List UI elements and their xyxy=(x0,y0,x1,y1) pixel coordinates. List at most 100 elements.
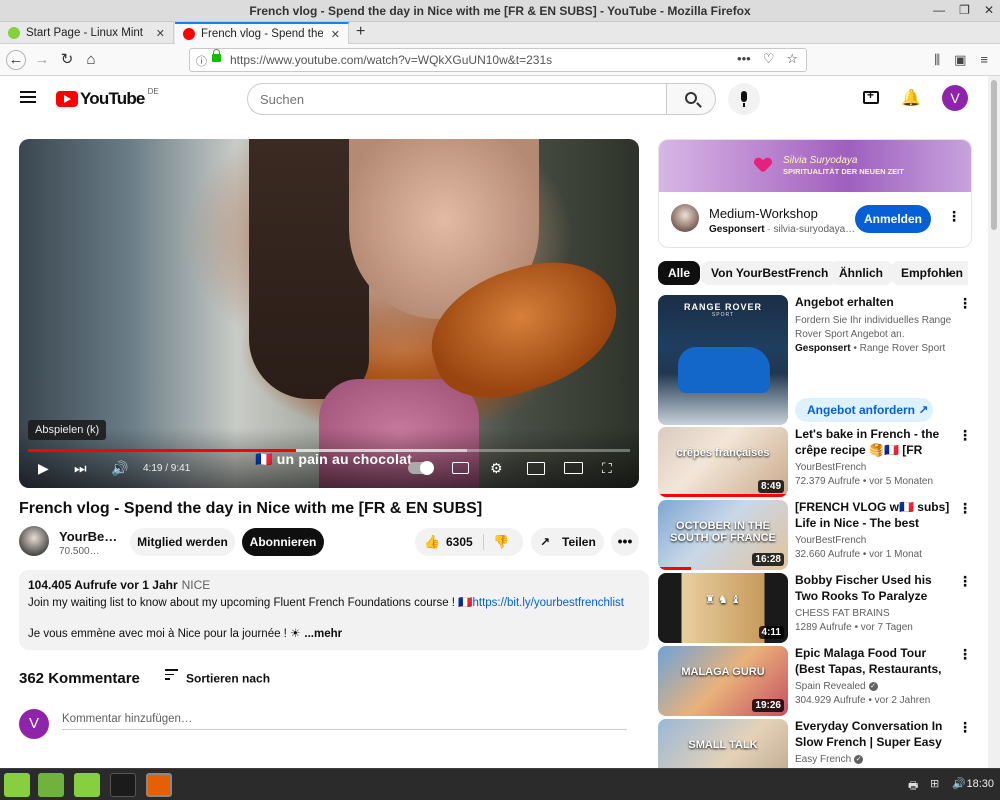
video-title[interactable]: Let's bake in French - the crêpe recipe … xyxy=(795,427,955,458)
show-desktop-icon[interactable] xyxy=(38,773,64,797)
autoplay-toggle[interactable] xyxy=(408,461,434,475)
tab-youtube-video[interactable]: French vlog - Spend the day ✕ xyxy=(175,22,349,44)
reload-button[interactable]: ↻ xyxy=(56,49,78,71)
chip-from-channel[interactable]: Von YourBestFrench xyxy=(701,261,839,285)
back-button[interactable]: ← xyxy=(6,50,26,70)
video-more-icon[interactable]: ⋮ xyxy=(958,500,972,517)
advertiser-avatar[interactable] xyxy=(671,204,699,232)
sidebar-ad[interactable]: RANGE ROVER SPORT Angebot erhalten Forde… xyxy=(658,295,978,425)
app-menu-icon[interactable]: ≡ xyxy=(980,52,988,68)
request-offer-button[interactable]: Angebot anfordern ↗ xyxy=(795,398,933,422)
waitlist-link[interactable]: https://bit.ly/yourbestfrenchlist xyxy=(473,597,624,609)
like-count[interactable]: 6305 xyxy=(446,535,473,549)
sidebar-icon[interactable]: ▣ xyxy=(954,52,966,68)
chip-related[interactable]: Ähnlich xyxy=(829,261,893,285)
search-input[interactable] xyxy=(247,83,667,115)
sort-comments-button[interactable]: Sortieren nach xyxy=(165,669,270,686)
video-title[interactable]: Bobby Fischer Used his Two Rooks To Para… xyxy=(795,573,955,604)
channel-name[interactable]: YourBe… xyxy=(59,529,117,544)
terminal-icon[interactable] xyxy=(110,773,136,797)
play-button[interactable]: ▶ xyxy=(38,460,49,477)
recommendation-item[interactable]: ♜ ♞ ♝ 4:11 Bobby Fischer Used his Two Rook… xyxy=(658,573,978,643)
subtitles-icon[interactable] xyxy=(452,462,469,474)
volume-icon[interactable]: 🔊 xyxy=(111,460,128,477)
channel-name[interactable]: YourBestFrench xyxy=(795,462,866,473)
tab-close-icon[interactable]: ✕ xyxy=(156,27,165,40)
share-button[interactable]: ↗ Teilen xyxy=(531,528,604,556)
network-icon[interactable]: ⊞ xyxy=(930,777,939,790)
close-icon[interactable]: ✕ xyxy=(984,3,994,17)
chip-recommended[interactable]: Empfohlen xyxy=(891,261,968,285)
firefox-icon[interactable] xyxy=(146,773,172,797)
page-scrollbar[interactable] xyxy=(988,76,1000,768)
ad-thumbnail[interactable]: RANGE ROVER SPORT xyxy=(658,295,788,425)
video-title[interactable]: Everyday Conversation In Slow French | S… xyxy=(795,719,955,750)
forward-button[interactable]: → xyxy=(31,49,53,71)
search-button[interactable] xyxy=(666,83,716,115)
hamburger-menu-icon[interactable] xyxy=(20,91,36,103)
address-bar[interactable]: ⓘ https://www.youtube.com/watch?v=WQkXGu… xyxy=(189,48,807,72)
scrollbar-thumb[interactable] xyxy=(991,80,997,230)
channel-name[interactable]: CHESS FAT BRAINS xyxy=(795,608,890,619)
video-more-icon[interactable]: ⋮ xyxy=(958,573,972,590)
bookmark-star-icon[interactable]: ☆ xyxy=(786,51,798,67)
video-thumbnail[interactable]: MALAGA GURU 19:26 xyxy=(658,646,788,716)
thumbs-down-icon[interactable]: 👎 xyxy=(493,534,509,550)
next-button[interactable]: ⏭ xyxy=(74,460,87,477)
tab-start-page[interactable]: Start Page - Linux Mint ✕ xyxy=(0,22,174,44)
ad-headline[interactable]: Angebot erhalten xyxy=(795,295,955,311)
recommendation-item[interactable]: crêpes françaises 8:49 Let's bake in Frenc… xyxy=(658,427,978,497)
thumbs-up-icon[interactable]: 👍 xyxy=(424,534,440,550)
more-actions-button[interactable]: ••• xyxy=(611,528,639,556)
miniplayer-icon[interactable] xyxy=(527,462,545,475)
video-more-icon[interactable]: ⋮ xyxy=(958,646,972,663)
channel-name[interactable]: YourBestFrench xyxy=(795,535,866,546)
mint-menu-icon[interactable] xyxy=(4,773,30,797)
video-player[interactable] xyxy=(19,139,639,488)
subscribe-button[interactable]: Abonnieren xyxy=(242,528,324,556)
sponsored-ad-card[interactable]: Silvia Suryodaya SPIRITUALITÄT DER NEUEN… xyxy=(658,139,972,248)
video-thumbnail[interactable]: OCTOBER IN THE SOUTH OF FRANCE 16:28 xyxy=(658,500,788,570)
new-tab-button[interactable]: + xyxy=(356,23,365,41)
voice-search-button[interactable] xyxy=(728,83,760,115)
join-member-button[interactable]: Mitglied werden xyxy=(130,528,235,556)
recommendation-item[interactable]: OCTOBER IN THE SOUTH OF FRANCE 16:28 [FREN… xyxy=(658,500,978,570)
account-avatar[interactable]: V xyxy=(942,85,968,111)
maximize-icon[interactable]: ❐ xyxy=(959,3,970,17)
video-more-icon[interactable]: ⋮ xyxy=(958,719,972,736)
site-info-icon[interactable]: ⓘ xyxy=(196,53,207,69)
chevron-right-icon[interactable]: › xyxy=(946,265,951,281)
create-video-icon[interactable] xyxy=(863,88,879,104)
settings-gear-icon[interactable]: ⚙ xyxy=(490,460,503,477)
url-text[interactable]: https://www.youtube.com/watch?v=WQkXGuUN… xyxy=(230,53,552,67)
theater-mode-icon[interactable] xyxy=(564,462,583,474)
page-actions-icon[interactable]: ••• xyxy=(737,51,751,67)
video-thumbnail[interactable]: crêpes françaises 8:49 xyxy=(658,427,788,497)
video-title[interactable]: Epic Malaga Food Tour (Best Tapas, Resta… xyxy=(795,646,955,677)
video-thumbnail[interactable]: ♜ ♞ ♝ 4:11 xyxy=(658,573,788,643)
notifications-bell-icon[interactable]: 🔔 xyxy=(901,88,921,108)
home-button[interactable]: ⌂ xyxy=(80,49,102,71)
ad-more-icon[interactable]: ⋮ xyxy=(947,208,961,225)
location-tag[interactable]: NICE xyxy=(182,578,211,592)
youtube-logo[interactable]: YouTube DE xyxy=(56,87,159,109)
fullscreen-icon[interactable]: ⛶ xyxy=(602,460,612,477)
show-more-link[interactable]: ...mehr xyxy=(304,628,342,640)
library-icon[interactable]: ⫼ xyxy=(934,52,940,68)
ad-title[interactable]: Medium-Workshop xyxy=(709,206,818,221)
ad-banner[interactable]: Silvia Suryodaya SPIRITUALITÄT DER NEUEN… xyxy=(659,140,971,192)
recommendation-item[interactable]: MALAGA GURU 19:26 Epic Malaga Food Tour (B… xyxy=(658,646,978,716)
channel-name[interactable]: Spain Revealed ✓ xyxy=(795,681,878,692)
description-box[interactable]: 104.405 Aufrufe vor 1 Jahr NICE Join my w… xyxy=(19,570,649,650)
channel-avatar[interactable] xyxy=(19,526,49,556)
pocket-icon[interactable]: ♡ xyxy=(763,51,775,67)
comment-input[interactable] xyxy=(62,708,627,730)
channel-name[interactable]: Easy French ✓ xyxy=(795,754,864,765)
ad-signup-button[interactable]: Anmelden xyxy=(855,205,931,233)
ad-more-icon[interactable]: ⋮ xyxy=(958,295,972,312)
volume-tray-icon[interactable]: 🔊 xyxy=(952,777,966,790)
minimize-icon[interactable]: — xyxy=(933,3,945,17)
video-title[interactable]: [FRENCH VLOG w🇫🇷 subs] Life in Nice - Th… xyxy=(795,500,955,531)
chip-all[interactable]: Alle xyxy=(658,261,701,285)
tab-close-icon[interactable]: ✕ xyxy=(331,28,340,41)
